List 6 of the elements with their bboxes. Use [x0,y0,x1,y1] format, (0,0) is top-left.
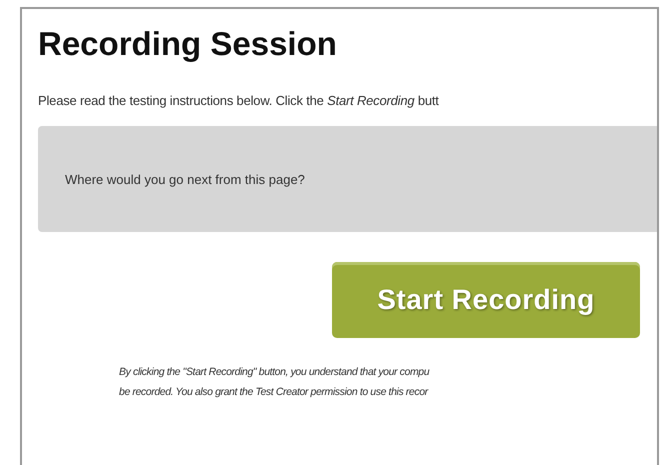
disclaimer-text: be recorded. You also grant the Test Creator permission to use this recor [119,385,430,400]
disclaimer-text: By clicking the "Start Recording" button, you understand that your compu [119,365,430,380]
instructions-text: Please read the testing instructions below. Click the Start Recording butt [38,93,440,108]
task-question: Where would you go next from this page? [65,172,305,186]
start-recording-button[interactable]: Start Recording [332,262,640,338]
page-title: Recording Session [38,25,338,63]
